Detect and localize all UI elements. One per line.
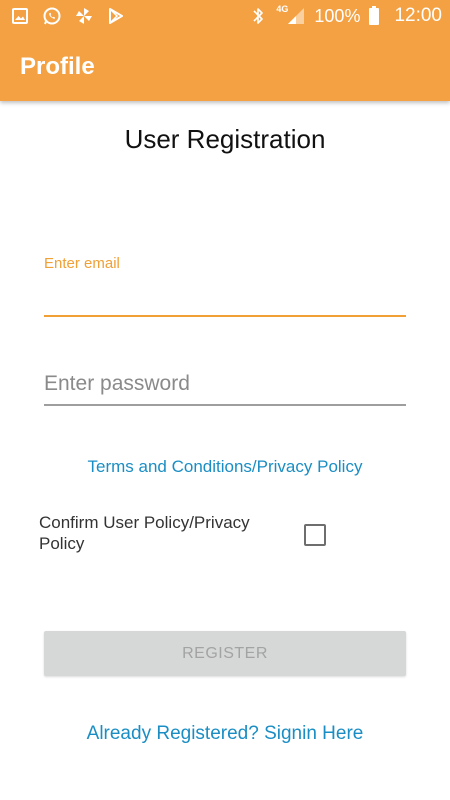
email-underline bbox=[44, 315, 406, 317]
app-bar: 4G 100% 12:00 Profile bbox=[0, 0, 450, 101]
battery-percent: 100% bbox=[314, 5, 361, 26]
status-left-icons bbox=[10, 6, 126, 26]
confirm-policy-checkbox[interactable] bbox=[304, 524, 326, 546]
pinwheel-icon bbox=[74, 6, 94, 26]
password-underline bbox=[44, 404, 406, 406]
gallery-icon bbox=[10, 6, 30, 26]
status-bar: 4G 100% 12:00 bbox=[0, 0, 450, 32]
confirm-policy-label: Confirm User Policy/Privacy Policy bbox=[39, 513, 250, 553]
battery-icon bbox=[368, 6, 380, 26]
status-right-icons: 4G 100% 12:00 bbox=[248, 4, 442, 27]
terms-privacy-link[interactable]: Terms and Conditions/Privacy Policy bbox=[0, 457, 450, 477]
network-type-label: 4G bbox=[276, 4, 289, 14]
bluetooth-icon bbox=[248, 6, 268, 26]
app-title: Profile bbox=[20, 53, 95, 80]
email-label: Enter email bbox=[44, 255, 120, 272]
register-button[interactable]: REGISTER bbox=[44, 631, 406, 676]
password-field[interactable]: Enter password bbox=[44, 370, 406, 406]
clock: 12:00 bbox=[394, 5, 442, 26]
signal-icon: 4G bbox=[276, 4, 306, 26]
play-store-icon bbox=[106, 6, 126, 26]
password-placeholder: Enter password bbox=[44, 372, 190, 395]
email-field[interactable]: Enter email bbox=[44, 255, 406, 317]
page-title: User Registration bbox=[124, 124, 326, 154]
signin-link[interactable]: Already Registered? Signin Here bbox=[0, 723, 450, 745]
whatsapp-icon bbox=[42, 6, 62, 26]
